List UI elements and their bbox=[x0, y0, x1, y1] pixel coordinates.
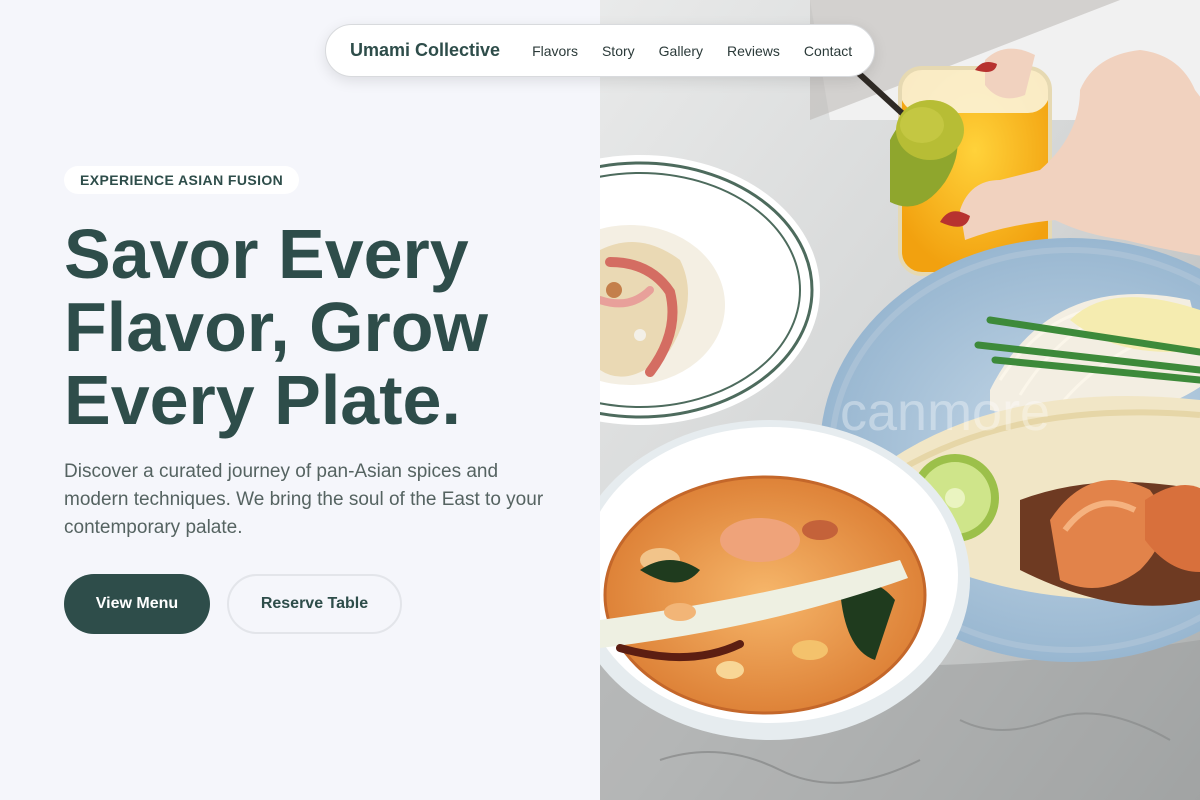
hero-title-line-2: Flavor, Grow bbox=[64, 288, 488, 366]
hero-title: Savor Every Flavor, Grow Every Plate. bbox=[64, 218, 584, 437]
nav-link-contact[interactable]: Contact bbox=[804, 43, 852, 59]
hero-title-line-1: Savor Every bbox=[64, 215, 469, 293]
top-nav: Umami Collective Flavors Story Gallery R… bbox=[325, 24, 875, 77]
hero-description: Discover a curated journey of pan-Asian … bbox=[64, 461, 544, 538]
view-menu-button[interactable]: View Menu bbox=[64, 574, 210, 634]
brand-logo-text[interactable]: Umami Collective bbox=[350, 40, 500, 61]
hero-food-photo: canmore bbox=[600, 0, 1200, 800]
hero-title-line-3: Every Plate. bbox=[64, 361, 461, 439]
hero-eyebrow-badge: EXPERIENCE ASIAN FUSION bbox=[64, 166, 300, 194]
reserve-table-button[interactable]: Reserve Table bbox=[227, 574, 402, 634]
nav-link-flavors[interactable]: Flavors bbox=[532, 43, 578, 59]
nav-link-gallery[interactable]: Gallery bbox=[659, 43, 703, 59]
nav-link-story[interactable]: Story bbox=[602, 43, 635, 59]
nav-links: Flavors Story Gallery Reviews Contact bbox=[532, 43, 852, 59]
photo-watermark: canmore bbox=[840, 382, 1050, 442]
nav-link-reviews[interactable]: Reviews bbox=[727, 43, 780, 59]
